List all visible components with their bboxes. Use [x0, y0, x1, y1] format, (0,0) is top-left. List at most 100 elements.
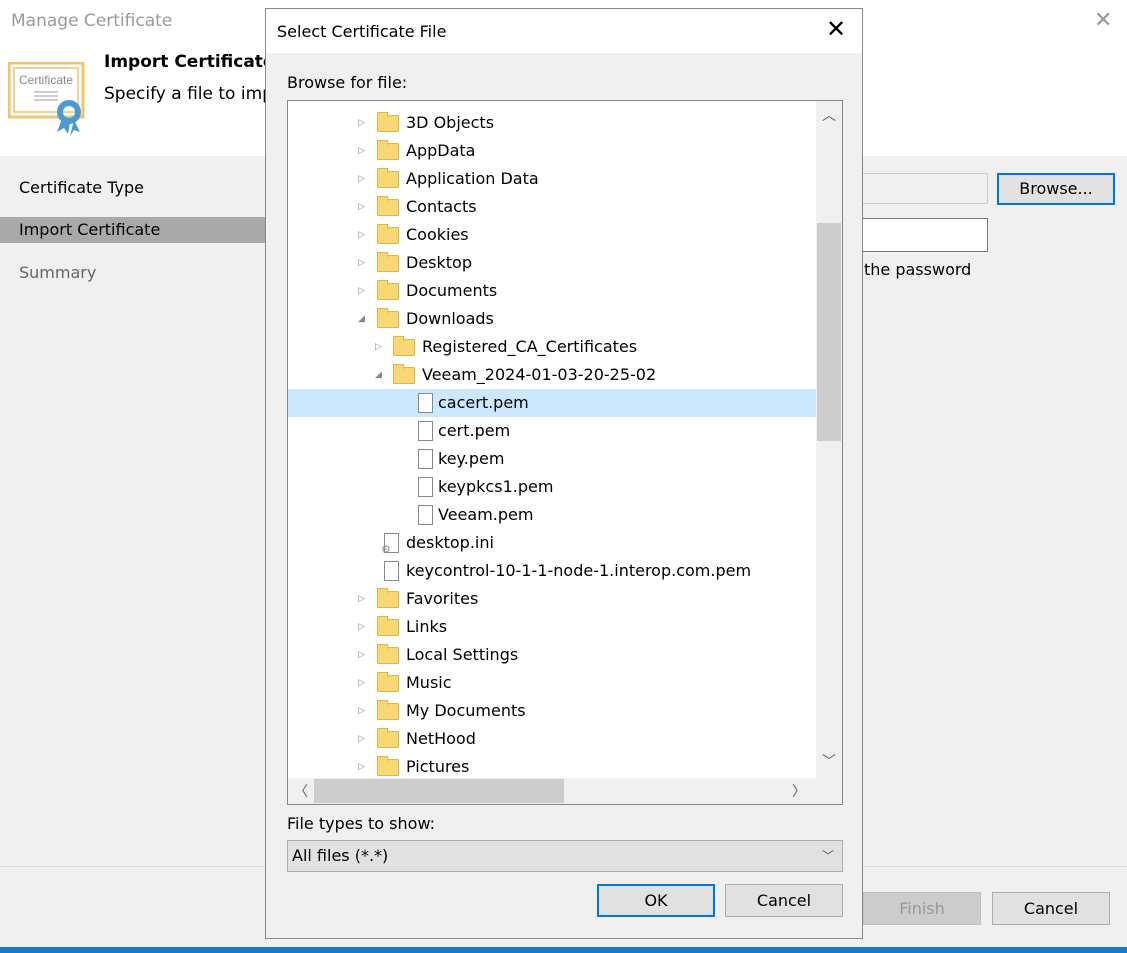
file-types-select[interactable]: All files (*.*) ﹀ — [287, 840, 843, 872]
tree-item-label: keycontrol-10-1-1-node-1.interop.com.pem — [406, 561, 752, 580]
finish-button[interactable]: Finish — [863, 892, 981, 925]
tree-file[interactable]: cert.pem — [288, 417, 816, 445]
file-types-label: File types to show: — [287, 814, 436, 833]
vertical-scrollbar-thumb[interactable] — [817, 223, 841, 441]
folder-icon — [377, 252, 399, 272]
folder-icon — [377, 672, 399, 692]
scroll-right-icon[interactable]: 〉 — [792, 781, 806, 801]
tree-folder[interactable]: ▷ My Documents — [288, 697, 816, 725]
folder-icon — [393, 336, 415, 356]
nav-item-summary[interactable]: Summary — [0, 260, 265, 286]
tree-folder[interactable]: ▷ Music — [288, 669, 816, 697]
file-types-value: All files (*.*) — [292, 846, 389, 865]
folder-icon — [377, 588, 399, 608]
tree-item-label: My Documents — [406, 701, 526, 720]
tree-folder[interactable]: ▷ NetHood — [288, 725, 816, 753]
tree-item-label: NetHood — [406, 729, 476, 748]
folder-icon — [377, 196, 399, 216]
tree-item-label: key.pem — [438, 449, 505, 468]
tree-file[interactable]: keypkcs1.pem — [288, 473, 816, 501]
expanded-arrow-icon[interactable]: ◢ — [375, 361, 382, 389]
certificate-icon: Certificate — [7, 61, 86, 138]
nav-item-import-certificate[interactable]: Import Certificate — [0, 217, 265, 243]
horizontal-scrollbar-thumb[interactable] — [314, 779, 564, 803]
folder-icon — [377, 224, 399, 244]
scroll-down-icon[interactable]: ﹀ — [822, 751, 836, 771]
scroll-up-icon[interactable]: ︿ — [822, 105, 836, 125]
svg-text:Certificate: Certificate — [19, 73, 73, 87]
folder-icon — [377, 644, 399, 664]
expand-arrow-icon[interactable]: ▷ — [358, 193, 365, 221]
expand-arrow-icon[interactable]: ▷ — [358, 753, 365, 781]
tree-item-label: AppData — [406, 141, 476, 160]
wizard-cancel-button[interactable]: Cancel — [992, 892, 1110, 925]
expand-arrow-icon[interactable]: ▷ — [358, 725, 365, 753]
expand-arrow-icon[interactable]: ▷ — [358, 221, 365, 249]
window-title: Manage Certificate — [11, 11, 173, 31]
folder-icon — [377, 112, 399, 132]
tree-item-label: Music — [406, 673, 452, 692]
cancel-button[interactable]: Cancel — [725, 884, 843, 917]
expand-arrow-icon[interactable]: ▷ — [358, 641, 365, 669]
expand-arrow-icon[interactable]: ▷ — [358, 697, 365, 725]
expand-arrow-icon[interactable]: ▷ — [358, 277, 365, 305]
tree-item-label: cert.pem — [438, 421, 511, 440]
chevron-down-icon: ﹀ — [821, 849, 834, 863]
folder-icon — [377, 728, 399, 748]
tree-file[interactable]: key.pem — [288, 445, 816, 473]
tree-folder[interactable]: ▷ Pictures — [288, 753, 816, 781]
tree-folder[interactable]: ▷ Application Data — [288, 165, 816, 193]
scroll-left-icon[interactable]: 〈 — [294, 781, 308, 801]
tree-file[interactable]: Veeam.pem — [288, 501, 816, 529]
tree-folder[interactable]: ▷ AppData — [288, 137, 816, 165]
tree-item-label: Favorites — [406, 589, 479, 608]
expand-arrow-icon[interactable]: ▷ — [358, 249, 365, 277]
browse-for-file-label: Browse for file: — [287, 73, 408, 92]
tree-folder[interactable]: ▷ Local Settings — [288, 641, 816, 669]
folder-icon — [377, 756, 399, 776]
tree-folder[interactable]: ▷ Links — [288, 613, 816, 641]
tree-item-label: Cookies — [406, 225, 469, 244]
tree-file[interactable]: keycontrol-10-1-1-node-1.interop.com.pem — [288, 557, 816, 585]
tree-item-label: Documents — [406, 281, 498, 300]
expand-arrow-icon[interactable]: ▷ — [358, 137, 365, 165]
browse-button[interactable]: Browse... — [997, 173, 1115, 205]
tree-folder[interactable]: ▷ Cookies — [288, 221, 816, 249]
expand-arrow-icon[interactable]: ▷ — [358, 613, 365, 641]
expand-arrow-icon[interactable]: ▷ — [358, 669, 365, 697]
tree-folder[interactable]: ◢ Veeam_2024-01-03-20-25-02 — [288, 361, 816, 389]
expand-arrow-icon[interactable]: ▷ — [358, 109, 365, 137]
taskbar-strip — [0, 947, 1127, 953]
certificate-path-input[interactable] — [850, 173, 988, 204]
password-input[interactable] — [850, 218, 988, 252]
select-certificate-file-dialog: Select Certificate File ✕ Browse for fil… — [265, 8, 863, 939]
file-icon — [418, 393, 433, 413]
nav-item-certificate-type[interactable]: Certificate Type — [0, 175, 265, 201]
tree-folder[interactable]: ▷ Contacts — [288, 193, 816, 221]
expand-arrow-icon[interactable]: ▷ — [358, 585, 365, 613]
expand-arrow-icon[interactable]: ▷ — [358, 165, 365, 193]
tree-folder[interactable]: ▷ 3D Objects — [288, 109, 816, 137]
tree-item-label: Veeam.pem — [438, 505, 534, 524]
settings-file-icon: ⚙ — [381, 533, 399, 555]
window-close-icon[interactable]: ✕ — [1094, 8, 1112, 33]
dialog-close-icon[interactable]: ✕ — [826, 15, 846, 43]
tree-folder[interactable]: ◢ Downloads — [288, 305, 816, 333]
tree-item-label: Downloads — [406, 309, 494, 328]
folder-icon — [377, 616, 399, 636]
tree-item-label: Registered_CA_Certificates — [422, 337, 638, 356]
file-icon — [418, 449, 433, 469]
tree-folder[interactable]: ▷ Favorites — [288, 585, 816, 613]
folder-icon — [393, 364, 415, 384]
tree-folder[interactable]: ▷ Desktop — [288, 249, 816, 277]
tree-item-label: Local Settings — [406, 645, 519, 664]
expanded-arrow-icon[interactable]: ◢ — [358, 305, 365, 333]
tree-folder[interactable]: ▷ Documents — [288, 277, 816, 305]
ok-button[interactable]: OK — [597, 884, 715, 917]
dialog-title: Select Certificate File — [277, 22, 447, 41]
file-tree[interactable]: ▷ 3D Objects ▷ AppData ▷ Application Data ▷ Con… — [287, 100, 843, 805]
tree-folder[interactable]: ▷ Registered_CA_Certificates — [288, 333, 816, 361]
tree-file[interactable]: ⚙ desktop.ini — [288, 529, 816, 557]
tree-file[interactable]: cacert.pem — [288, 389, 816, 417]
expand-arrow-icon[interactable]: ▷ — [375, 333, 382, 361]
